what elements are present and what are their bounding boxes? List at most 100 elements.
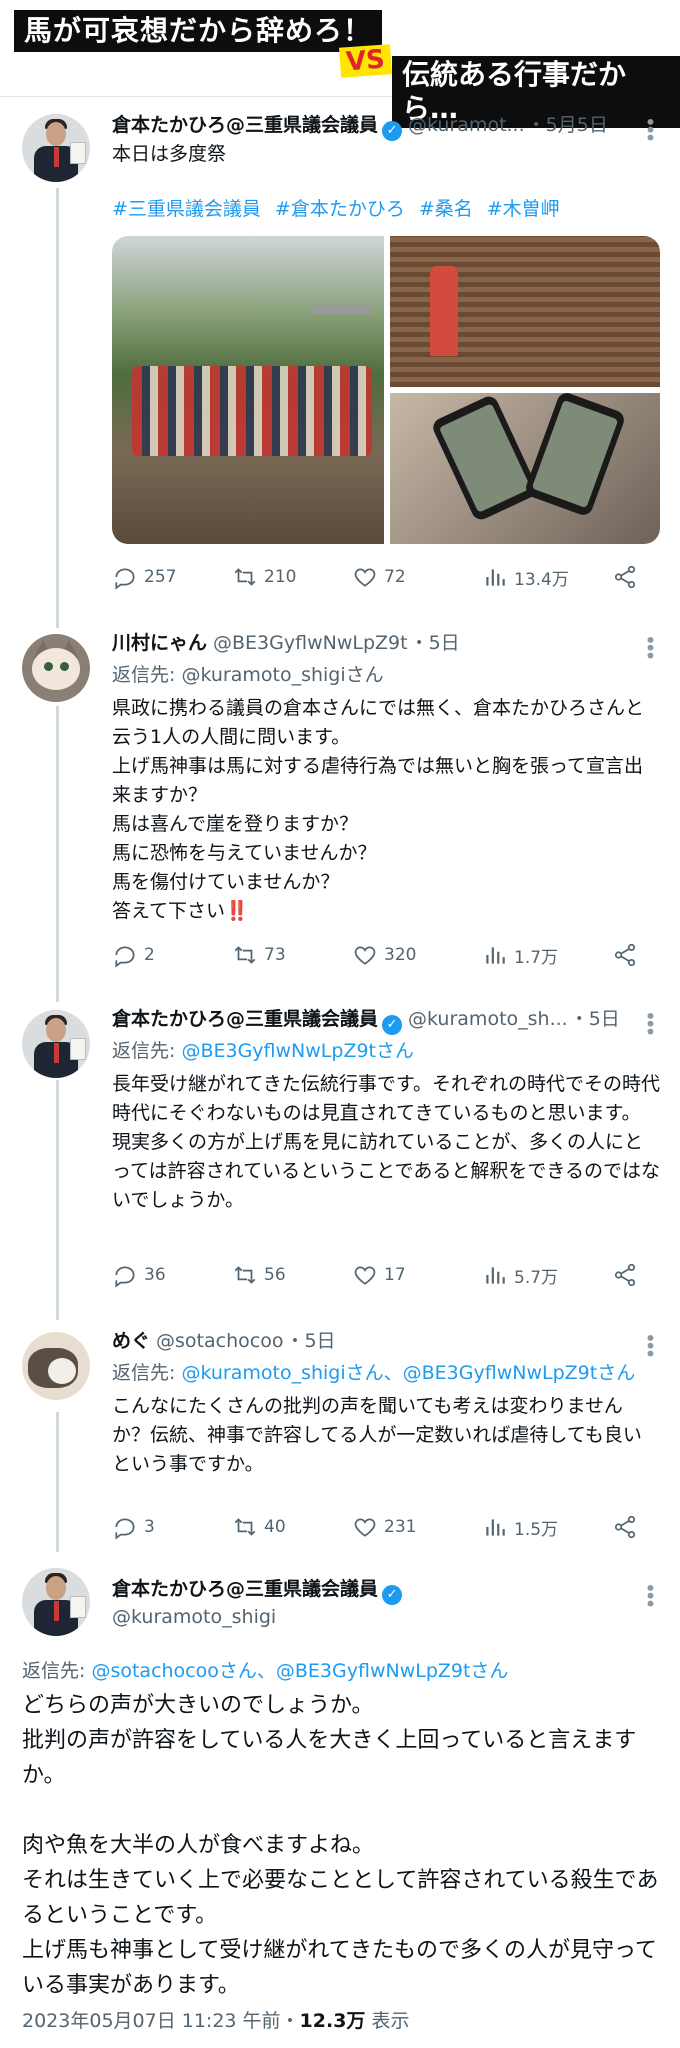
timestamp[interactable]: ・5日 <box>570 1008 620 1030</box>
author-name[interactable]: めぐ <box>112 1330 150 1352</box>
reply-to-handle[interactable]: @kuramoto_shigiさん、@BE3GyflwNwLpZ9tさん <box>181 1362 635 1384</box>
views-icon <box>486 1519 505 1536</box>
more-icon[interactable]: ••• <box>638 634 662 657</box>
media-grid[interactable] <box>112 236 660 544</box>
reply-to: 返信先: @sotachocooさん、@BE3GyflwNwLpZ9tさん <box>22 1658 508 1684</box>
views-button[interactable]: 5.7万 <box>482 1258 558 1292</box>
share-icon <box>614 1515 636 1539</box>
share-icon <box>614 1263 636 1287</box>
avatar[interactable] <box>22 1010 90 1078</box>
more-icon[interactable]: ••• <box>638 116 662 139</box>
author-name[interactable]: 川村にゃん <box>112 632 207 654</box>
reply-button[interactable]: 36 <box>112 1258 166 1292</box>
like-icon <box>354 1518 376 1537</box>
views-icon <box>486 569 505 586</box>
reply-count: 257 <box>144 567 177 587</box>
views-button[interactable]: 13.4万 <box>482 560 569 594</box>
retweet-icon <box>234 1518 256 1536</box>
author-handle[interactable]: @BE3GyflwNwLpZ9t <box>213 632 408 654</box>
share-button[interactable] <box>612 1510 644 1544</box>
reply-to-handle[interactable]: @sotachocooさん、@BE3GyflwNwLpZ9tさん <box>91 1660 508 1682</box>
author-name[interactable]: 倉本たかひろ@三重県議会議員 <box>112 1008 378 1030</box>
author-name[interactable]: 倉本たかひろ@三重県議会議員 <box>112 1578 378 1600</box>
retweet-icon <box>234 568 256 586</box>
festival-photo[interactable] <box>112 236 384 544</box>
author-handle[interactable]: @kuramot... <box>408 114 525 136</box>
author-handle[interactable]: @sotachocoo <box>156 1330 283 1352</box>
avatar[interactable] <box>22 1568 90 1636</box>
tassel-photo[interactable] <box>390 236 660 387</box>
reply-prefix: 返信先: <box>112 664 182 686</box>
reply-button[interactable]: 257 <box>112 560 176 594</box>
like-button[interactable]: 231 <box>352 1510 416 1544</box>
views-button[interactable]: 1.5万 <box>482 1510 558 1544</box>
tweet[interactable]: 川村にゃん @BE3GyflwNwLpZ9t ・5日 ••• 返信先: @kuram… <box>0 630 680 980</box>
reply-count: 36 <box>144 1265 166 1285</box>
reply-button[interactable]: 3 <box>112 1510 155 1544</box>
tweet-text: 長年受け継がれてきた伝統行事です。それぞれの時代でその時代時代にそぐわないものは… <box>112 1073 660 1211</box>
retweet-count: 210 <box>264 567 297 587</box>
hashtag[interactable]: #三重県議会議員 <box>112 198 261 220</box>
like-count: 17 <box>384 1265 406 1285</box>
avatar[interactable] <box>22 634 90 702</box>
retweet-button[interactable]: 40 <box>232 1510 286 1544</box>
reply-to: 返信先: @BE3GyflwNwLpZ9tさん <box>112 1038 414 1064</box>
retweet-button[interactable]: 210 <box>232 560 296 594</box>
author-handle-line: @kuramoto_shigi <box>112 1604 276 1630</box>
reply-button[interactable]: 2 <box>112 938 155 972</box>
more-icon[interactable]: ••• <box>638 1582 662 1605</box>
phones-photo[interactable] <box>390 390 660 544</box>
tweet[interactable]: めぐ @sotachocoo ・5日 ••• 返信先: @kuramoto_shig… <box>0 1328 680 1558</box>
timestamp[interactable]: ・5日 <box>410 632 460 654</box>
reply-to-handle[interactable]: @kuramoto_shigiさん <box>181 664 383 686</box>
share-button[interactable] <box>612 560 644 594</box>
views-button[interactable]: 1.7万 <box>482 938 558 972</box>
like-count: 72 <box>384 567 406 587</box>
retweet-icon <box>234 1266 256 1284</box>
retweet-button[interactable]: 56 <box>232 1258 286 1292</box>
tweet-header: めぐ @sotachocoo ・5日 <box>112 1328 336 1354</box>
like-button[interactable]: 17 <box>352 1258 406 1292</box>
tweet[interactable]: 倉本たかひろ@三重県議会議員 ✓ @kuramoto_sh... ・5日 ••• 返信… <box>0 1006 680 1306</box>
avatar[interactable] <box>22 114 90 182</box>
tweet-text: どちらの声が大きいのでしょうか。 批判の声が許容をしている人を大きく上回っている… <box>22 1693 659 1998</box>
reply-to-handle[interactable]: @BE3GyflwNwLpZ9tさん <box>181 1040 414 1062</box>
views-icon <box>486 1267 505 1284</box>
avatar[interactable] <box>22 1332 90 1400</box>
hashtags: #三重県議会議員 #倉本たかひろ #桑名 #木曽岬 <box>112 196 574 222</box>
share-button[interactable] <box>612 1258 644 1292</box>
retweet-button[interactable]: 73 <box>232 938 286 972</box>
retweet-count: 40 <box>264 1517 286 1537</box>
author-name[interactable]: 倉本たかひろ@三重県議会議員 <box>112 114 378 136</box>
focused-tweet[interactable]: 倉本たかひろ@三重県議会議員 ✓ @kuramoto_shigi ••• 返信先:… <box>0 1566 680 2048</box>
reply-to: 返信先: @kuramoto_shigiさん、@BE3GyflwNwLpZ9tさ… <box>112 1360 635 1386</box>
more-icon[interactable]: ••• <box>638 1010 662 1033</box>
verified-icon: ✓ <box>382 1015 403 1035</box>
share-button[interactable] <box>612 938 644 972</box>
share-icon <box>614 565 636 589</box>
reply-prefix: 返信先: <box>112 1040 182 1062</box>
hashtag[interactable]: #木曽岬 <box>487 198 560 220</box>
action-bar: 257 210 72 13.4万 <box>112 560 642 594</box>
tweet-date[interactable]: 2023年05月07日 11:23 午前・ <box>22 2010 300 2032</box>
author-handle[interactable]: @kuramoto_sh... <box>408 1008 568 1030</box>
timestamp[interactable]: ・5日 <box>285 1330 335 1352</box>
tweet-header: 川村にゃん @BE3GyflwNwLpZ9t ・5日 <box>112 630 460 656</box>
reply-prefix: 返信先: <box>22 1660 92 1682</box>
share-icon <box>614 943 636 967</box>
author-handle[interactable]: @kuramoto_shigi <box>112 1606 276 1628</box>
banner-left-text: 馬が可哀想だから辞めろ！ <box>14 10 383 52</box>
hashtag[interactable]: #桑名 <box>419 198 473 220</box>
reply-count: 3 <box>144 1517 155 1537</box>
tweet[interactable]: 倉本たかひろ@三重県議会議員 ✓ @kuramot... ・5月5日 ••• 本日は多… <box>0 112 680 612</box>
views-icon <box>486 947 505 964</box>
more-icon[interactable]: ••• <box>638 1332 662 1355</box>
action-bar: 3 40 231 1.5万 <box>112 1510 642 1544</box>
timestamp[interactable]: ・5月5日 <box>527 114 608 136</box>
hashtag[interactable]: #倉本たかひろ <box>275 198 405 220</box>
views-label: 表示 <box>365 2010 410 2032</box>
like-button[interactable]: 72 <box>352 560 406 594</box>
retweet-count: 56 <box>264 1265 286 1285</box>
like-button[interactable]: 320 <box>352 938 416 972</box>
views-count: 1.5万 <box>514 1519 559 1540</box>
